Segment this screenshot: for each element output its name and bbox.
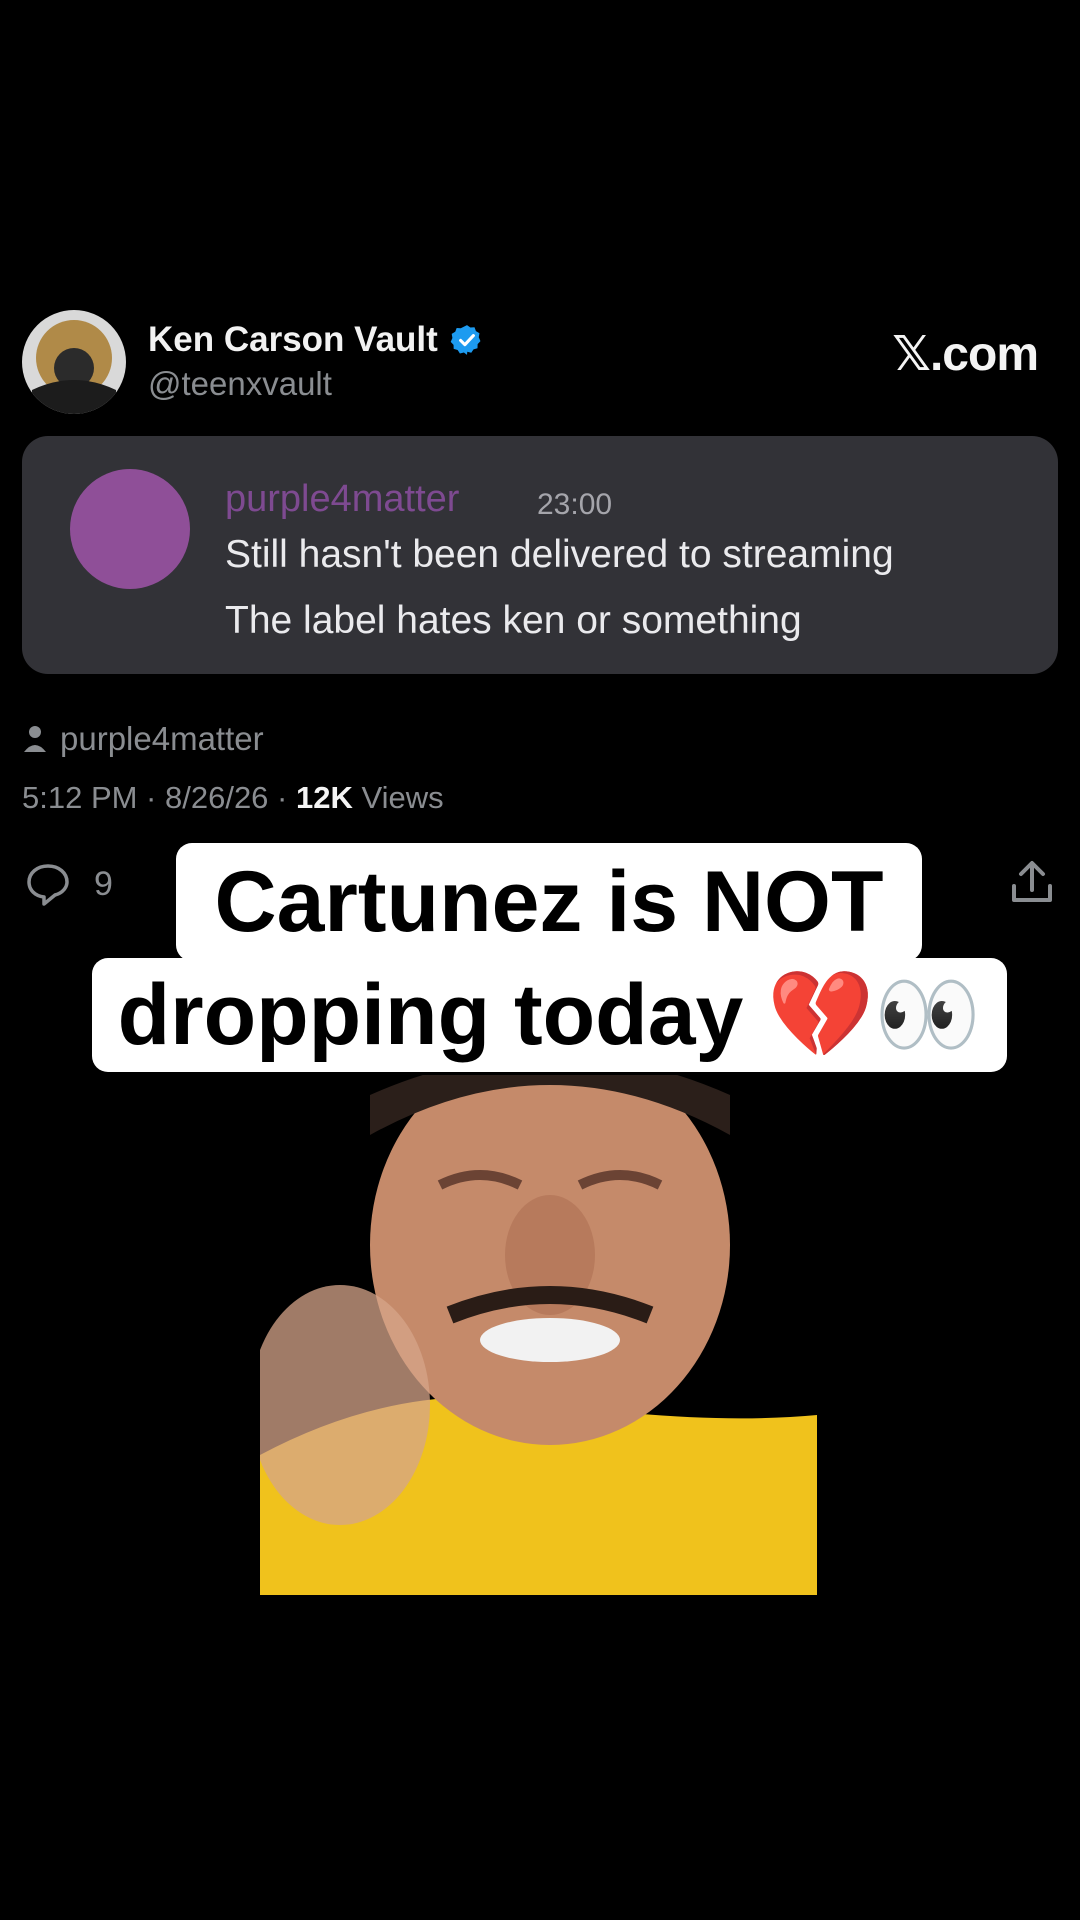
quote-line-2: The label hates ken or something bbox=[225, 599, 802, 642]
reply-icon bbox=[27, 864, 69, 906]
brand-watermark: 𝕏.com bbox=[892, 328, 1039, 381]
quote-card: purple4matter 23:00 Still hasn't been de… bbox=[22, 436, 1058, 674]
user-icon bbox=[24, 726, 46, 752]
share-icon[interactable] bbox=[1008, 858, 1056, 906]
reply-button[interactable]: 9 bbox=[24, 860, 113, 908]
attribution[interactable]: purple4matter bbox=[22, 720, 264, 758]
quote-avatar bbox=[70, 469, 190, 589]
quote-time: 23:00 bbox=[537, 488, 613, 521]
views-count: 12K bbox=[295, 780, 353, 815]
views-label: Views bbox=[352, 780, 444, 815]
video-frame bbox=[260, 1075, 817, 1595]
display-name-text: Ken Carson Vault bbox=[148, 320, 438, 359]
attribution-text: purple4matter bbox=[60, 720, 264, 757]
quote-username: purple4matter bbox=[225, 478, 460, 520]
caption-line-1: Cartunez is NOT bbox=[176, 843, 922, 961]
timestamp: 5:12 PM · 8/26/26 · bbox=[22, 780, 296, 815]
display-name[interactable]: Ken Carson Vault bbox=[148, 320, 484, 360]
reply-count: 9 bbox=[94, 864, 113, 903]
caption-line-2: dropping today 💔👀 bbox=[92, 958, 1007, 1072]
verified-badge-icon bbox=[450, 325, 481, 355]
tweet-meta: 5:12 PM · 8/26/26 · 12K Views bbox=[22, 780, 444, 816]
handle[interactable]: @teenxvault bbox=[148, 365, 332, 403]
quote-line-1: Still hasn't been delivered to streaming bbox=[225, 533, 894, 576]
avatar[interactable] bbox=[22, 310, 126, 414]
